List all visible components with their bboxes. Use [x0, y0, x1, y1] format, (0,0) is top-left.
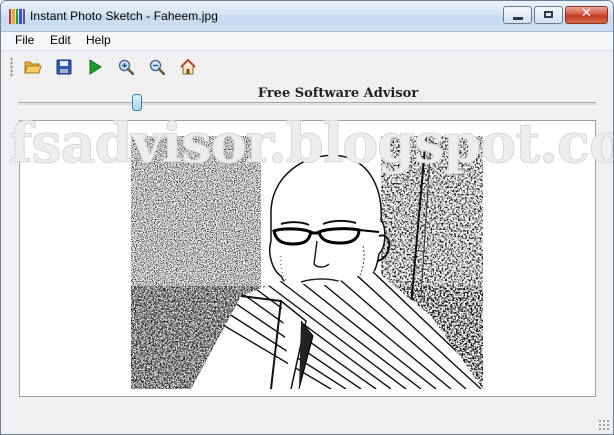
slider-track[interactable] — [18, 102, 596, 107]
save-button[interactable] — [53, 57, 75, 77]
sketch-photo-drawing — [131, 136, 483, 389]
save-disk-icon — [56, 59, 72, 75]
zoom-out-button[interactable] — [146, 57, 168, 77]
home-button[interactable] — [177, 57, 199, 77]
slider-thumb[interactable] — [131, 94, 142, 111]
maximize-icon — [544, 11, 553, 18]
intensity-slider-area: Free Software Advisor — [1, 84, 613, 120]
play-icon — [89, 59, 102, 75]
close-button[interactable]: ✕ — [565, 6, 608, 24]
zoom-in-button[interactable] — [115, 57, 137, 77]
app-logo-icon — [9, 9, 26, 24]
maximize-button[interactable] — [534, 6, 563, 24]
header-label: Free Software Advisor — [257, 86, 419, 101]
toolbar-grip[interactable] — [10, 57, 13, 77]
menu-help[interactable]: Help — [86, 33, 111, 47]
home-icon — [180, 59, 196, 75]
close-icon: ✕ — [581, 6, 592, 21]
open-button[interactable] — [22, 57, 44, 77]
minimize-button[interactable] — [503, 6, 532, 24]
menu-bar: File Edit Help — [1, 32, 613, 51]
zoom-in-icon — [118, 59, 134, 75]
resize-grip[interactable] — [598, 419, 610, 431]
minimize-icon — [513, 17, 523, 20]
sketch-image — [131, 136, 483, 389]
app-window: Instant Photo Sketch - Faheem.jpg ✕ File… — [0, 0, 614, 435]
open-folder-icon — [24, 61, 42, 74]
title-bar[interactable]: Instant Photo Sketch - Faheem.jpg ✕ — [1, 1, 613, 32]
menu-edit[interactable]: Edit — [50, 33, 71, 47]
run-button[interactable] — [84, 57, 106, 77]
window-title: Instant Photo Sketch - Faheem.jpg — [30, 9, 219, 23]
zoom-out-icon — [149, 59, 165, 75]
menu-file[interactable]: File — [15, 33, 34, 47]
toolbar — [1, 51, 613, 83]
window-controls: ✕ — [503, 6, 608, 24]
status-bar — [1, 400, 613, 434]
